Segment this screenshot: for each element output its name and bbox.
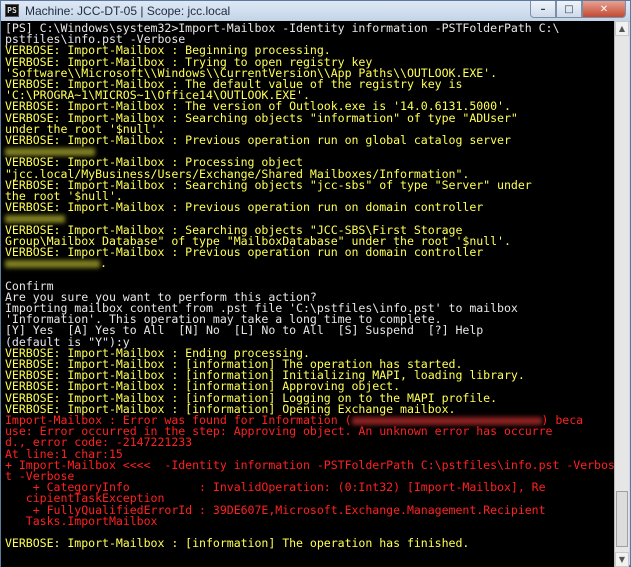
scroll-down-button[interactable]: ▼ [615, 552, 629, 567]
console-line-text: VERBOSE: Import-Mailbox : Previous opera… [5, 245, 484, 259]
scrollbar-thumb[interactable] [616, 491, 628, 547]
console-line-text: . [100, 256, 107, 271]
console-line: + Import-Mailbox <<<< -Identity informat… [5, 457, 617, 472]
console-line: VERBOSE: Import-Mailbox : Previous opera… [5, 245, 484, 259]
title-bar[interactable]: PS Machine: JCC-DT-05 | Scope: jcc.local… [1, 1, 630, 22]
console-line-text: Tasks.ImportMailbox [5, 513, 158, 528]
maximize-button[interactable]: □ [556, 1, 582, 18]
close-button[interactable]: ✕ [582, 1, 626, 18]
console-line: VERBOSE: Import-Mailbox : Previous opera… [5, 200, 484, 215]
console-line: VERBOSE: Import-Mailbox : Previous opera… [5, 133, 511, 147]
console-line-text: VERBOSE: Import-Mailbox : Previous opera… [5, 200, 484, 215]
console-line-text: + Import-Mailbox <<<< -Identity informat… [5, 457, 617, 472]
redacted-text [5, 259, 100, 268]
minimize-button[interactable]: – [530, 1, 556, 18]
console-line-text: VERBOSE: Import-Mailbox : Previous opera… [5, 133, 511, 147]
window-title: Machine: JCC-DT-05 | Scope: jcc.local [25, 4, 231, 18]
console-line-text: VERBOSE: Import-Mailbox : [information] … [5, 536, 470, 551]
console-line: Tasks.ImportMailbox [5, 513, 158, 528]
console-output[interactable]: [PS] C:\Windows\system32>Import-Mailbox … [1, 21, 617, 567]
scroll-up-button[interactable]: ▲ [615, 21, 629, 36]
powershell-icon[interactable]: PS [5, 4, 19, 17]
powershell-window: PS Machine: JCC-DT-05 | Scope: jcc.local… [0, 0, 631, 567]
console-line: VERBOSE: Import-Mailbox : [information] … [5, 536, 470, 551]
console-line: . [5, 256, 107, 271]
window-controls: – □ ✕ [530, 1, 626, 19]
vertical-scrollbar[interactable]: ▲ ▼ [614, 21, 629, 567]
